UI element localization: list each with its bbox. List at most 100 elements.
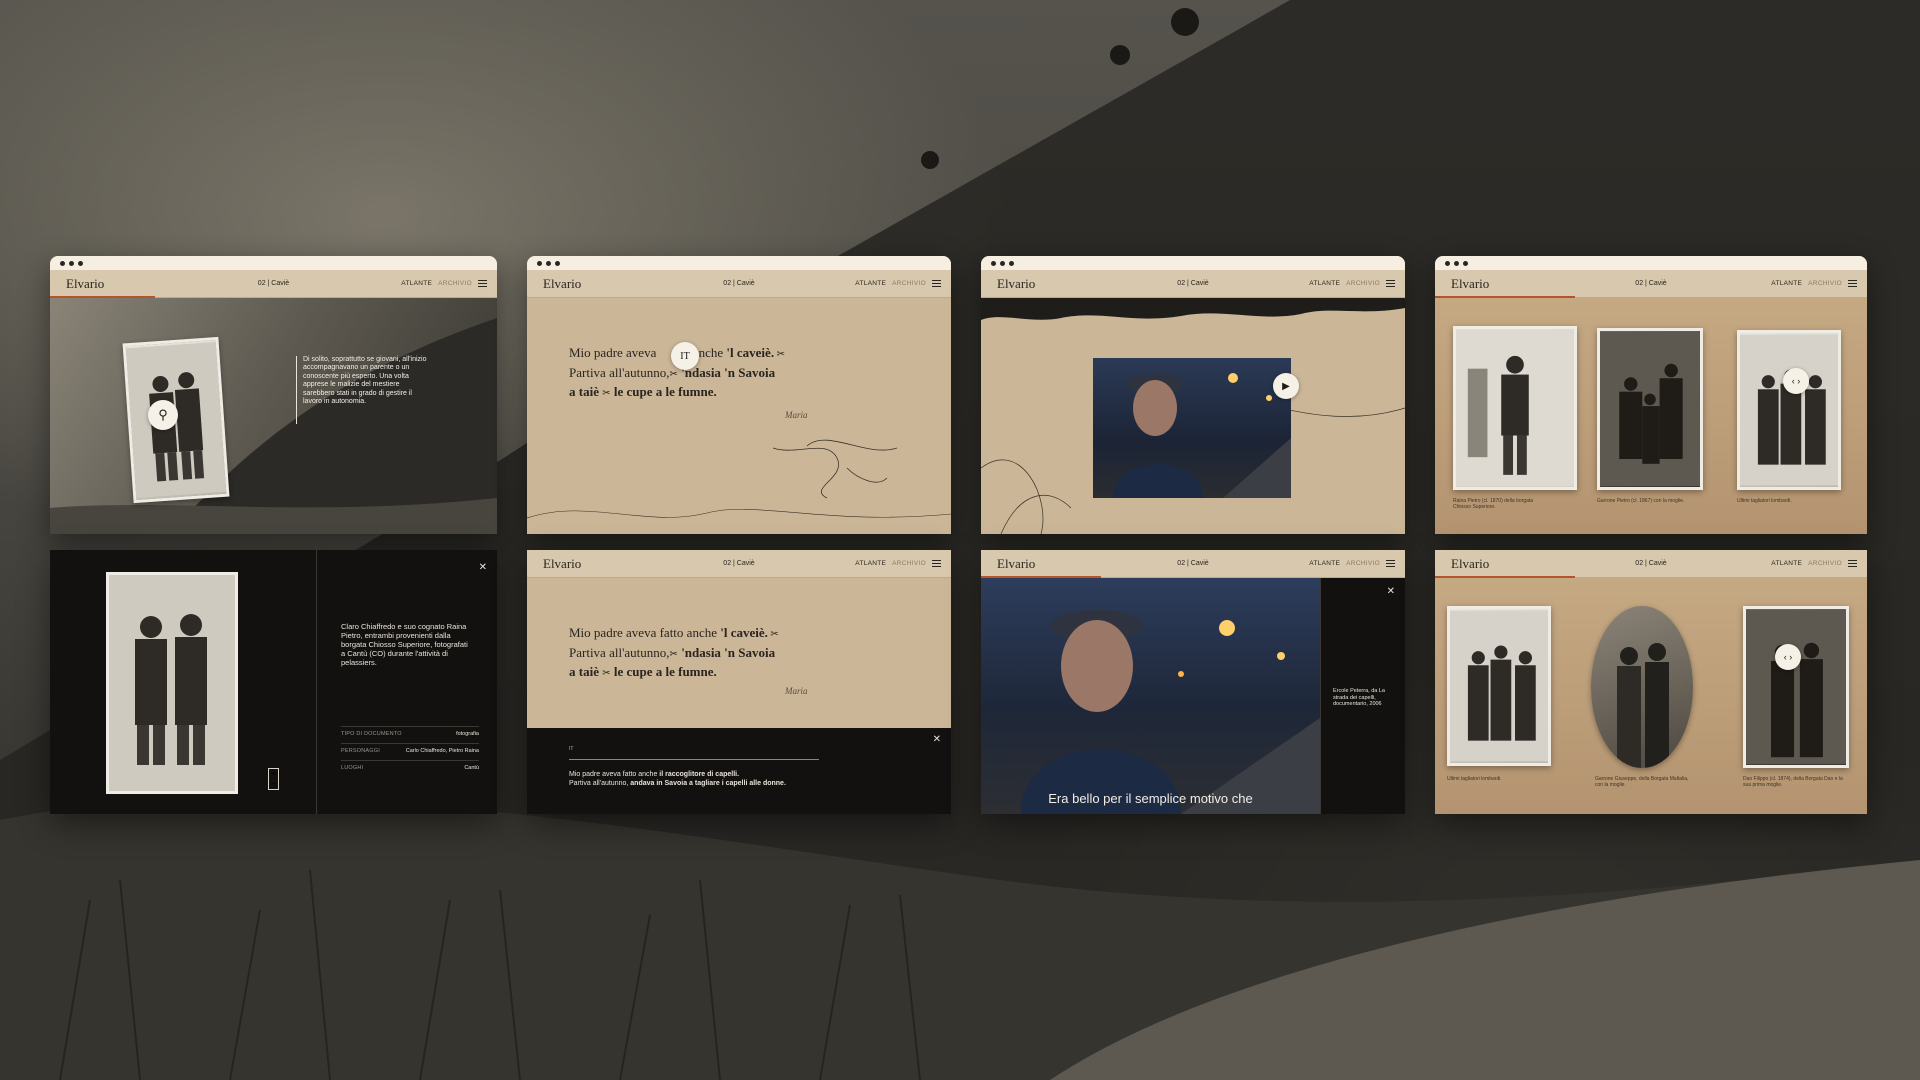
video-player-area: Era bello per il semplice motivo che ✕ E…: [981, 578, 1405, 814]
gallery-photo[interactable]: [1447, 606, 1551, 766]
hands-sketch: [527, 439, 951, 519]
close-icon[interactable]: ✕: [933, 734, 941, 745]
gallery-photo[interactable]: [1453, 326, 1577, 490]
close-icon[interactable]: ✕: [1387, 586, 1395, 597]
standing-man-figure: [1456, 329, 1574, 487]
detail-photo[interactable]: [106, 572, 238, 794]
detail-sidebar: ✕ Claro Chiaffredo e suo cognato Raina P…: [316, 550, 497, 814]
brand-logo[interactable]: Elvario: [997, 556, 1035, 572]
video-subtitle: Era bello per il semplice motivo che: [1048, 791, 1253, 806]
chapter-label: 02 | Caviè: [257, 280, 290, 287]
top-nav: Elvario 02 | Caviè ATLANTE ARCHIVIO: [527, 550, 951, 578]
brand-logo[interactable]: Elvario: [1451, 276, 1489, 292]
couple-figure: [1746, 610, 1846, 764]
carousel-arrows-icon[interactable]: ‹ ›: [1775, 644, 1801, 670]
menu-icon[interactable]: [1848, 280, 1857, 287]
nav-atlas-link[interactable]: ATLANTE: [855, 280, 886, 287]
chapter-label: 02 | Caviè: [1177, 560, 1209, 567]
menu-icon[interactable]: [1386, 280, 1395, 287]
background-landscape: [0, 0, 1920, 1080]
gallery-photo[interactable]: [1597, 328, 1703, 490]
gallery-photo[interactable]: [1737, 330, 1841, 490]
photo-caption: Ultimi tagliatori lombardi.: [1447, 776, 1502, 782]
brand-logo[interactable]: Elvario: [997, 276, 1035, 292]
chapter-label: 02 | Caviè: [1635, 280, 1667, 287]
scissors-icon: ✂: [774, 349, 785, 360]
nav-archive-link[interactable]: ARCHIVIO: [1346, 560, 1380, 567]
nav-atlas-link[interactable]: ATLANTE: [1771, 560, 1802, 567]
hillside-illustration: [0, 0, 1920, 1080]
chapter-label: 02 | Caviè: [1635, 560, 1667, 567]
brand-logo[interactable]: Elvario: [543, 276, 581, 292]
menu-icon[interactable]: [1848, 560, 1857, 567]
nav-archive-link[interactable]: ARCHIVIO: [1808, 280, 1842, 287]
video-frame[interactable]: Era bello per il semplice motivo che: [981, 578, 1320, 814]
old-man-figure: [1113, 373, 1291, 498]
browser-chrome: [50, 256, 497, 270]
screen-gallery-2: Elvario 02 | Caviè ATLANTE ARCHIVIO ‹ › …: [1435, 550, 1867, 814]
translation-language-field[interactable]: IT: [569, 746, 819, 760]
two-men-figure: [109, 575, 235, 791]
language-toggle[interactable]: IT: [671, 342, 699, 370]
menu-icon[interactable]: [478, 280, 487, 287]
nav-atlas-link[interactable]: ATLANTE: [1309, 280, 1340, 287]
meta-row: PERSONAGGI Carlo Chiaffredo, Pietro Raina: [341, 743, 479, 757]
close-icon[interactable]: ✕: [479, 562, 487, 573]
nav-atlas-link[interactable]: ATLANTE: [1771, 280, 1802, 287]
oval-portrait[interactable]: [1591, 606, 1693, 768]
meta-row: LUOGHI Cantù: [341, 760, 479, 774]
carousel-arrows-icon[interactable]: ‹ ›: [1783, 368, 1809, 394]
brand-logo[interactable]: Elvario: [543, 556, 581, 572]
top-nav: Elvario 02 | Caviè ATLANTE ARCHIVIO: [527, 270, 951, 298]
menu-icon[interactable]: [932, 560, 941, 567]
screen-quote-translation: Elvario 02 | Caviè ATLANTE ARCHIVIO Mio …: [527, 550, 951, 814]
nav-archive-link[interactable]: ARCHIVIO: [438, 280, 472, 287]
gallery-area: ‹ › Raina Pietro (cl. 1870) della borgat…: [1435, 298, 1867, 534]
nav-archive-link[interactable]: ARCHIVIO: [1346, 280, 1380, 287]
intro-text: Di solito, soprattutto se giovani, all'i…: [296, 356, 430, 424]
photo-caption: Ultimi tagliatori lombardi.: [1737, 498, 1792, 504]
brand-logo[interactable]: Elvario: [1451, 556, 1489, 572]
menu-icon[interactable]: [1386, 560, 1395, 567]
chapter-label: 02 | Caviè: [1177, 280, 1209, 287]
meta-row: TIPO DI DOCUMENTO fotografia: [341, 726, 479, 740]
nav-atlas-link[interactable]: ATLANTE: [855, 560, 886, 567]
video-preview-area: ▶: [981, 298, 1405, 534]
scissors-icon: ✂: [669, 648, 678, 660]
signature: Maria: [785, 686, 808, 696]
chapter-label: 02 | Caviè: [723, 280, 755, 287]
couple-figure: [1617, 643, 1669, 768]
nav-archive-link[interactable]: ARCHIVIO: [892, 560, 926, 567]
menu-icon[interactable]: [932, 280, 941, 287]
zoom-controls: + −: [268, 768, 279, 790]
nav-archive-link[interactable]: ARCHIVIO: [1808, 560, 1842, 567]
italian-translation: Mio padre aveva fatto anche il raccoglit…: [569, 771, 786, 787]
gallery-photo[interactable]: [1743, 606, 1849, 768]
screen-video-player: Elvario 02 | Caviè ATLANTE ARCHIVIO Era …: [981, 550, 1405, 814]
browser-chrome: [981, 256, 1405, 270]
top-nav: Elvario 02 | Caviè ATLANTE ARCHIVIO: [1435, 550, 1867, 578]
workers-group-figure: [1740, 334, 1838, 486]
top-nav: Elvario 02 | Caviè ATLANTE ARCHIVIO: [50, 270, 497, 298]
translation-panel: ✕ IT Mio padre aveva fatto anche il racc…: [527, 728, 951, 814]
video-thumbnail[interactable]: [1093, 358, 1291, 498]
chapter-label: 02 | Caviè: [723, 560, 755, 567]
zoom-out-button[interactable]: −: [271, 780, 276, 788]
brand-logo[interactable]: Elvario: [66, 276, 104, 292]
browser-chrome: [527, 256, 951, 270]
nav-atlas-link[interactable]: ATLANTE: [401, 280, 432, 287]
nav-atlas-link[interactable]: ATLANTE: [1309, 560, 1340, 567]
scissors-icon: ✂: [602, 668, 611, 679]
old-man-figure: [1021, 610, 1320, 814]
zoom-in-button[interactable]: +: [271, 770, 276, 778]
workers-group-figure: [1450, 610, 1548, 762]
photo-caption: Garrone Pietro (cl. 1867) con la moglie.: [1597, 498, 1685, 504]
scissors-icon: ✂: [602, 388, 611, 399]
photo-description: Claro Chiaffredo e suo cognato Raina Pie…: [341, 622, 468, 667]
top-nav: Elvario 02 | Caviè ATLANTE ARCHIVIO: [981, 270, 1405, 298]
quote-area: Mio padre aveva fatto anche 'l caveiè. ✂…: [527, 578, 951, 814]
nav-archive-link[interactable]: ARCHIVIO: [892, 280, 926, 287]
quote-area: Mio padre aveva anche 'l caveiè. ✂ Parti…: [527, 298, 951, 534]
magnifier-icon[interactable]: ⚲: [148, 400, 178, 430]
play-icon[interactable]: ▶: [1273, 373, 1299, 399]
